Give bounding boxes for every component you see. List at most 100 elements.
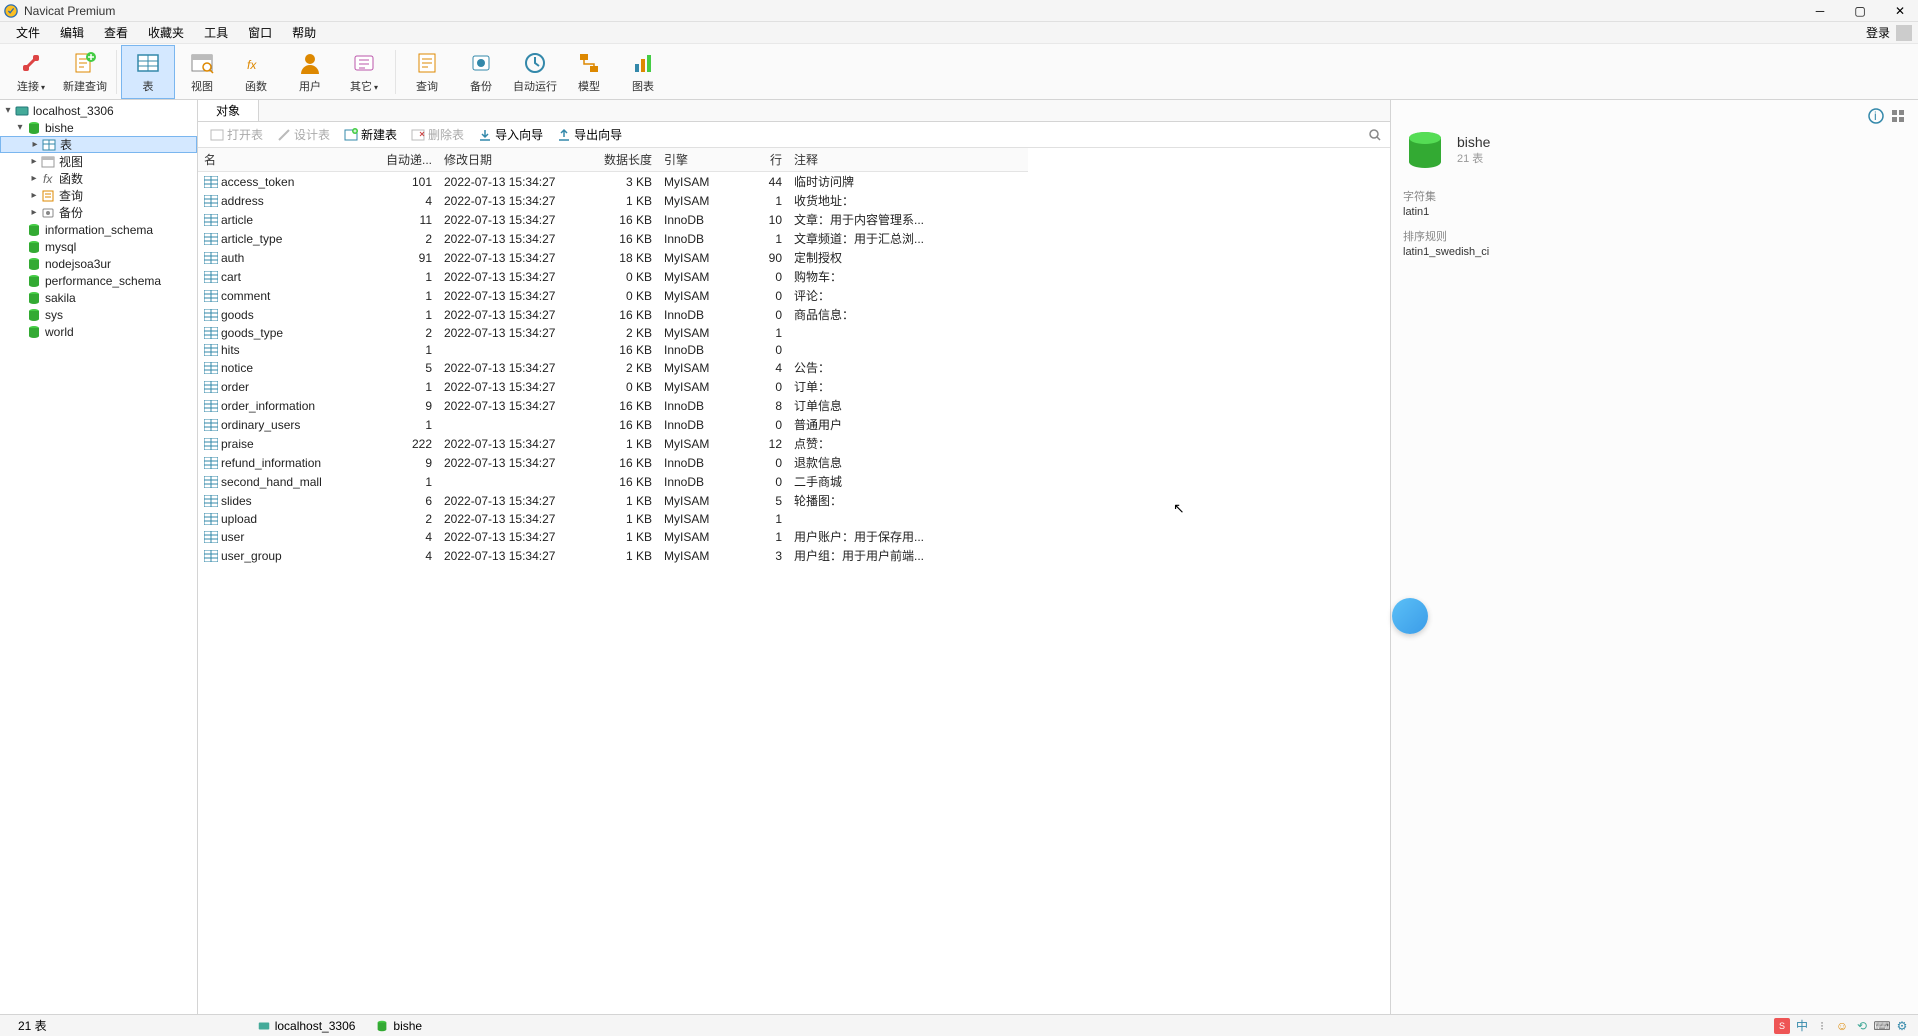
close-button[interactable]: ✕ bbox=[1886, 1, 1914, 21]
tree-connection[interactable]: ▾ localhost_3306 bbox=[0, 102, 197, 119]
toolbar-function-button[interactable]: fx函数 bbox=[229, 45, 283, 99]
tree-db-sys[interactable]: sys bbox=[0, 306, 197, 323]
table-row[interactable]: user42022-07-13 15:34:271 KBMyISAM1用户账户：… bbox=[198, 527, 1028, 546]
chevron-down-icon[interactable]: ▾ bbox=[14, 122, 26, 133]
table-row[interactable]: order12022-07-13 15:34:270 KBMyISAM0订单： bbox=[198, 377, 1028, 396]
new-query-icon bbox=[72, 50, 98, 76]
table-row[interactable]: hits116 KBInnoDB0 bbox=[198, 341, 1028, 358]
table-row[interactable]: article112022-07-13 15:34:2716 KBInnoDB1… bbox=[198, 210, 1028, 229]
maximize-button[interactable]: ▢ bbox=[1846, 1, 1874, 21]
menu-file[interactable]: 文件 bbox=[6, 22, 50, 43]
chevron-right-icon[interactable]: ▸ bbox=[28, 207, 40, 218]
col-modified[interactable]: 修改日期 bbox=[438, 148, 578, 172]
table-row[interactable]: address42022-07-13 15:34:271 KBMyISAM1收货… bbox=[198, 191, 1028, 210]
table-list[interactable]: 名 自动递... 修改日期 数据长度 引擎 行 注释 access_token1… bbox=[198, 148, 1390, 1014]
table-row[interactable]: goods12022-07-13 15:34:2716 KBInnoDB0商品信… bbox=[198, 305, 1028, 324]
menu-help[interactable]: 帮助 bbox=[282, 22, 326, 43]
toolbar-autorun-button[interactable]: 自动运行 bbox=[508, 45, 562, 99]
toolbar-connection-button[interactable]: 连接▾ bbox=[4, 45, 58, 99]
chevron-down-icon[interactable]: ▾ bbox=[2, 105, 14, 116]
table-row[interactable]: cart12022-07-13 15:34:270 KBMyISAM0购物车： bbox=[198, 267, 1028, 286]
tab-objects[interactable]: 对象 bbox=[198, 100, 259, 121]
tray-icon[interactable]: ⁝ bbox=[1814, 1018, 1830, 1034]
tree-db-bishe[interactable]: ▾ bishe bbox=[0, 119, 197, 136]
toolbar-other-button[interactable]: 其它▾ bbox=[337, 45, 391, 99]
export-wizard-button[interactable]: 导出向导 bbox=[551, 124, 628, 145]
table-row[interactable]: user_group42022-07-13 15:34:271 KBMyISAM… bbox=[198, 546, 1028, 565]
new-table-button[interactable]: 新建表 bbox=[338, 124, 403, 145]
tree-item-backups[interactable]: ▸ 备份 bbox=[0, 204, 197, 221]
tile-icon[interactable] bbox=[1890, 108, 1906, 124]
toolbar-view-button[interactable]: 视图 bbox=[175, 45, 229, 99]
toolbar-new-query-button[interactable]: 新建查询 bbox=[58, 45, 112, 99]
chevron-right-icon[interactable]: ▸ bbox=[28, 173, 40, 184]
info-icon[interactable]: i bbox=[1868, 108, 1884, 124]
table-row[interactable]: order_information92022-07-13 15:34:2716 … bbox=[198, 396, 1028, 415]
connection-tree[interactable]: ▾ localhost_3306 ▾ bishe ▸ 表 ▸ 视图 ▸ fx 函… bbox=[0, 100, 198, 1014]
tree-db-world[interactable]: world bbox=[0, 323, 197, 340]
tree-db-sakila[interactable]: sakila bbox=[0, 289, 197, 306]
toolbar-model-button[interactable]: 模型 bbox=[562, 45, 616, 99]
function-icon: fx bbox=[243, 50, 269, 76]
toolbar-backup-button[interactable]: 备份 bbox=[454, 45, 508, 99]
function-icon: fx bbox=[40, 172, 56, 186]
table-row[interactable]: comment12022-07-13 15:34:270 KBMyISAM0评论… bbox=[198, 286, 1028, 305]
login-link[interactable]: 登录 bbox=[1866, 24, 1890, 41]
tree-db-performance_schema[interactable]: performance_schema bbox=[0, 272, 197, 289]
toolbar-table-button[interactable]: 表 bbox=[121, 45, 175, 99]
menu-view[interactable]: 查看 bbox=[94, 22, 138, 43]
import-wizard-button[interactable]: 导入向导 bbox=[472, 124, 549, 145]
tree-item-label: 备份 bbox=[59, 204, 83, 221]
chevron-right-icon[interactable]: ▸ bbox=[28, 156, 40, 167]
chevron-right-icon[interactable]: ▸ bbox=[29, 139, 41, 150]
design-table-button[interactable]: 设计表 bbox=[271, 124, 336, 145]
col-rows[interactable]: 行 bbox=[728, 148, 788, 172]
tree-item-functions[interactable]: ▸ fx 函数 bbox=[0, 170, 197, 187]
tray-icon[interactable]: ⌨ bbox=[1874, 1018, 1890, 1034]
minimize-button[interactable]: ─ bbox=[1806, 1, 1834, 21]
tray-icon[interactable]: ☺ bbox=[1834, 1018, 1850, 1034]
table-row[interactable]: slides62022-07-13 15:34:271 KBMyISAM5轮播图… bbox=[198, 491, 1028, 510]
toolbar-chart-button[interactable]: 图表 bbox=[616, 45, 670, 99]
table-row[interactable]: auth912022-07-13 15:34:2718 KBMyISAM90定制… bbox=[198, 248, 1028, 267]
tray-icon[interactable]: 中 bbox=[1794, 1018, 1810, 1034]
table-row[interactable]: refund_information92022-07-13 15:34:2716… bbox=[198, 453, 1028, 472]
table-row[interactable]: second_hand_mall116 KBInnoDB0二手商城 bbox=[198, 472, 1028, 491]
table-row[interactable]: praise2222022-07-13 15:34:271 KBMyISAM12… bbox=[198, 434, 1028, 453]
table-row[interactable]: access_token1012022-07-13 15:34:273 KBMy… bbox=[198, 172, 1028, 192]
tree-db-information_schema[interactable]: information_schema bbox=[0, 221, 197, 238]
chevron-right-icon[interactable]: ▸ bbox=[28, 190, 40, 201]
tree-db-mysql[interactable]: mysql bbox=[0, 238, 197, 255]
col-auto[interactable]: 自动递... bbox=[378, 148, 438, 172]
menu-window[interactable]: 窗口 bbox=[238, 22, 282, 43]
user-avatar[interactable] bbox=[1896, 25, 1912, 41]
toolbar-user-button[interactable]: 用户 bbox=[283, 45, 337, 99]
table-row[interactable]: goods_type22022-07-13 15:34:272 KBMyISAM… bbox=[198, 324, 1028, 341]
tree-item-queries[interactable]: ▸ 查询 bbox=[0, 187, 197, 204]
tree-item-views[interactable]: ▸ 视图 bbox=[0, 153, 197, 170]
tabstrip: 对象 bbox=[198, 100, 1390, 122]
tree-item-tables[interactable]: ▸ 表 bbox=[0, 136, 197, 153]
search-icon[interactable] bbox=[1366, 126, 1384, 144]
col-name[interactable]: 名 bbox=[198, 148, 378, 172]
col-engine[interactable]: 引擎 bbox=[658, 148, 728, 172]
table-row[interactable]: upload22022-07-13 15:34:271 KBMyISAM1 bbox=[198, 510, 1028, 527]
col-size[interactable]: 数据长度 bbox=[578, 148, 658, 172]
tray-icon[interactable]: ⟲ bbox=[1854, 1018, 1870, 1034]
menu-favorites[interactable]: 收藏夹 bbox=[138, 22, 194, 43]
table-row[interactable]: notice52022-07-13 15:34:272 KBMyISAM4公告： bbox=[198, 358, 1028, 377]
toolbar-query-button[interactable]: 查询 bbox=[400, 45, 454, 99]
col-comment[interactable]: 注释 bbox=[788, 148, 1028, 172]
table-row[interactable]: article_type22022-07-13 15:34:2716 KBInn… bbox=[198, 229, 1028, 248]
open-table-button[interactable]: 打开表 bbox=[204, 124, 269, 145]
menubar: 文件 编辑 查看 收藏夹 工具 窗口 帮助 登录 bbox=[0, 22, 1918, 44]
delete-table-button[interactable]: 删除表 bbox=[405, 124, 470, 145]
tray-icon[interactable]: ⚙ bbox=[1894, 1018, 1910, 1034]
menu-tools[interactable]: 工具 bbox=[194, 22, 238, 43]
tree-db-label: nodejsoa3ur bbox=[45, 257, 111, 271]
menu-edit[interactable]: 编辑 bbox=[50, 22, 94, 43]
tray-icon[interactable]: S bbox=[1774, 1018, 1790, 1034]
table-row[interactable]: ordinary_users116 KBInnoDB0普通用户 bbox=[198, 415, 1028, 434]
float-action-button[interactable] bbox=[1392, 598, 1428, 634]
tree-db-nodejsoa3ur[interactable]: nodejsoa3ur bbox=[0, 255, 197, 272]
